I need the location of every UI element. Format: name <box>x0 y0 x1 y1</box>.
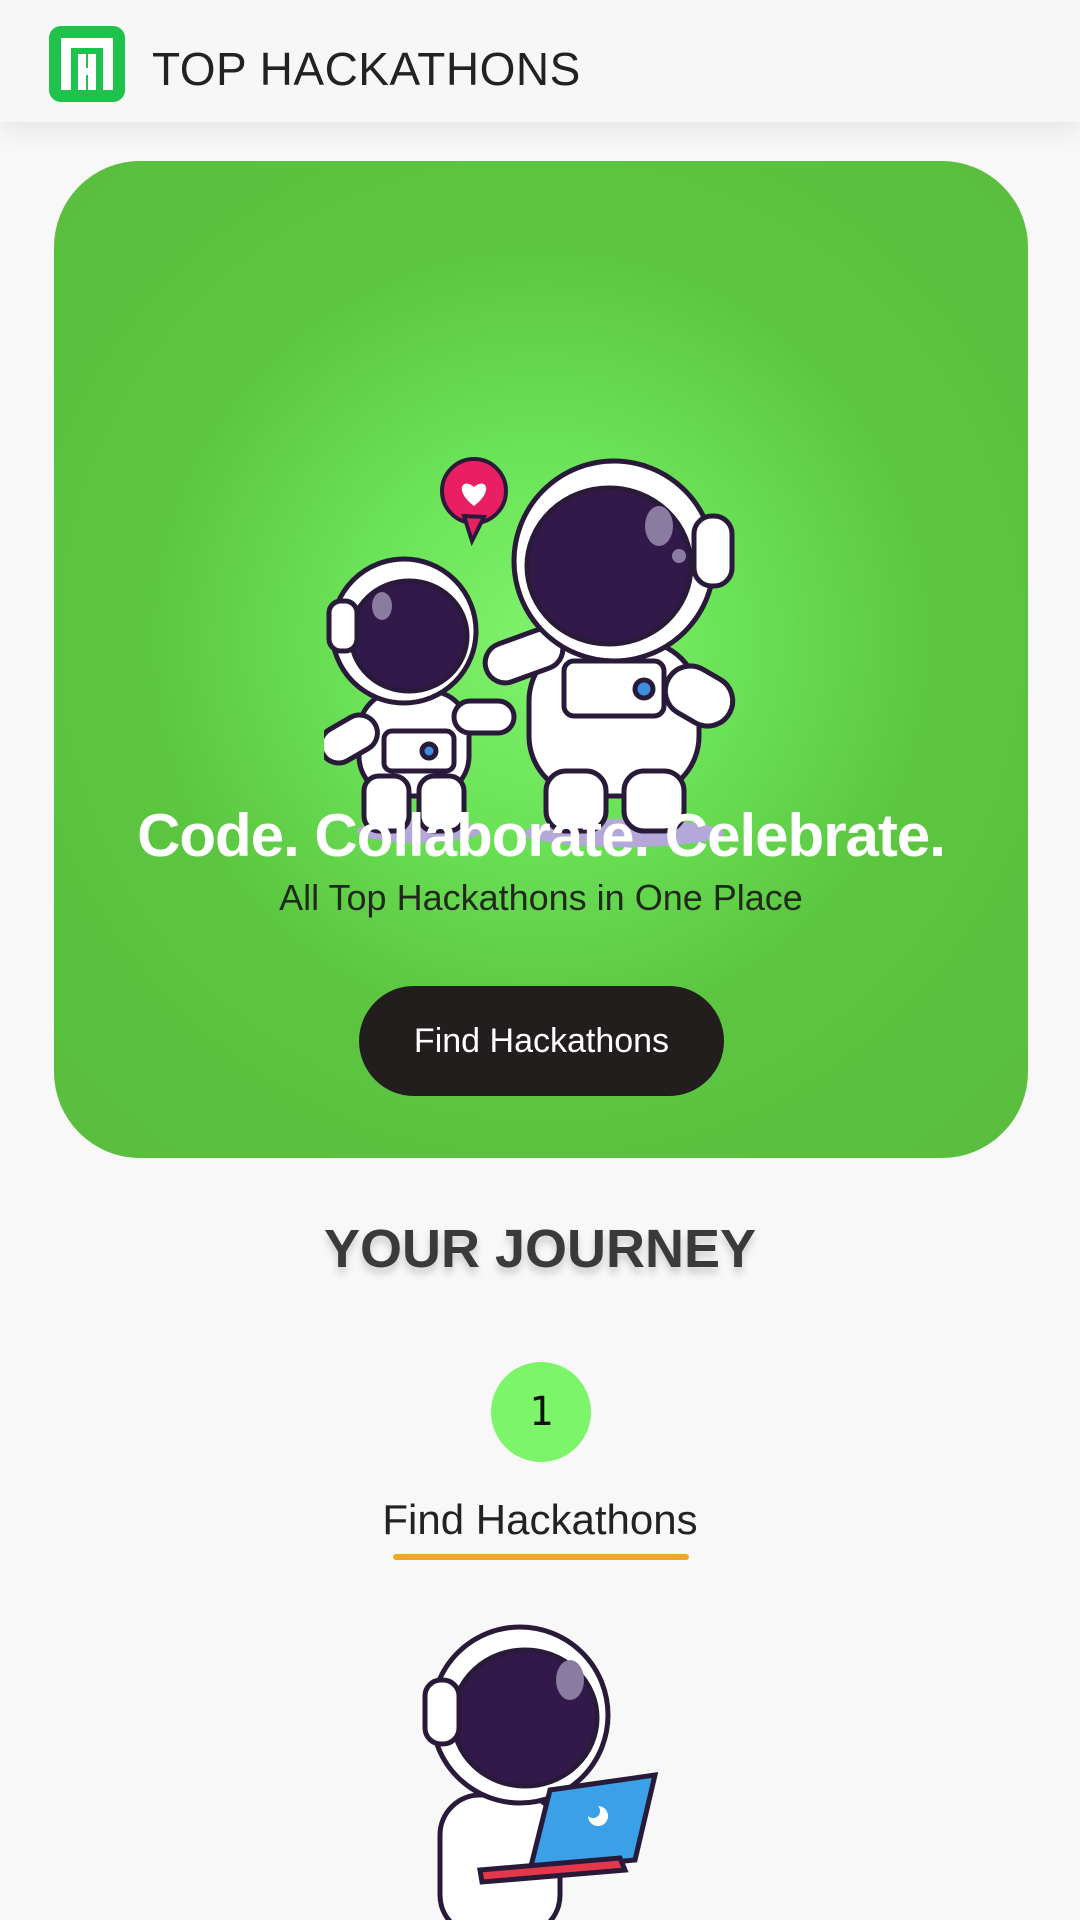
brand-name[interactable]: TOP HACKATHONS <box>152 42 581 96</box>
step-title-underline <box>393 1554 689 1560</box>
step-number-badge: 1 <box>491 1362 591 1462</box>
find-hackathons-button[interactable]: Find Hackathons <box>359 986 724 1096</box>
journey-section-title: YOUR JOURNEY <box>323 1219 757 1279</box>
astronaut-with-laptop-illustration <box>422 1624 659 1920</box>
heart-icon <box>440 457 508 547</box>
hero-tagline: Code. Collaborate. Celebrate. <box>137 802 946 869</box>
top-header: TOP HACKATHONS <box>0 0 1080 122</box>
th-logo-icon[interactable] <box>47 24 127 104</box>
astronauts-holding-hands-illustration <box>324 457 736 847</box>
step-title: Find Hackathons <box>382 1496 698 1543</box>
hero-banner: Code. Collaborate. Celebrate. All Top Ha… <box>54 161 1028 1158</box>
hero-subtitle: All Top Hackathons in One Place <box>279 877 803 918</box>
